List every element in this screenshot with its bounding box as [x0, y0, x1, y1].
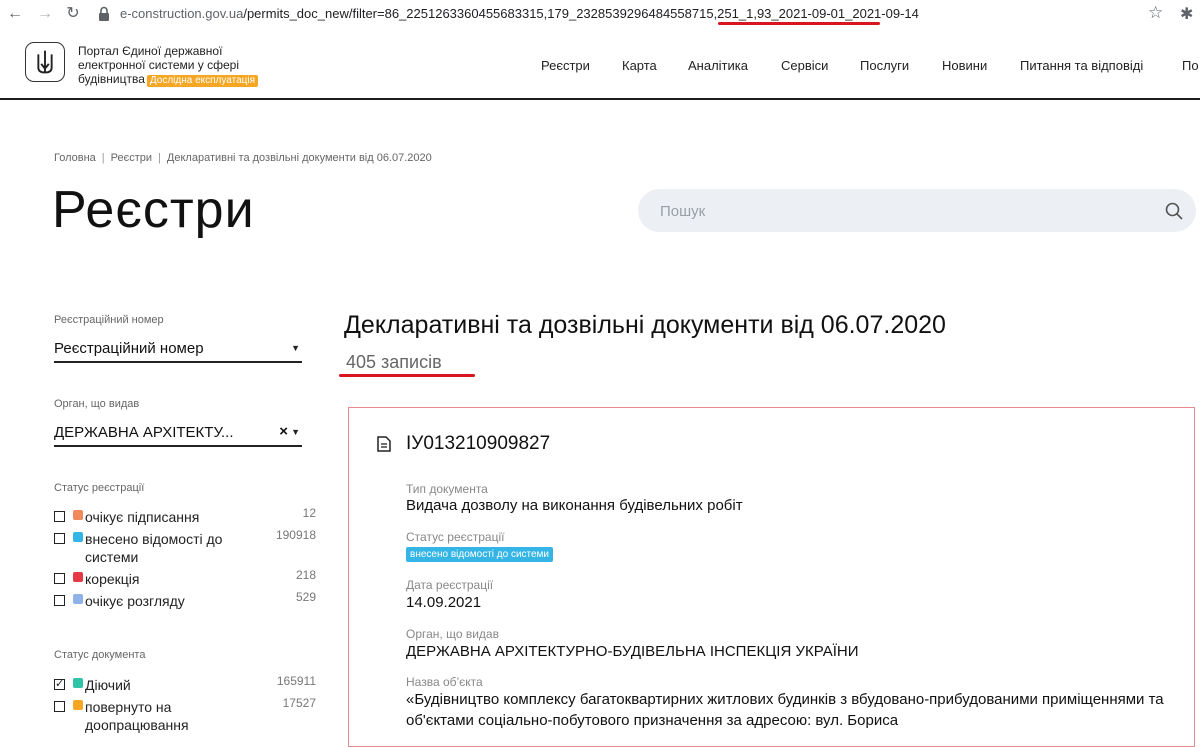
option-count: 190918 [275, 528, 316, 542]
document-icon [377, 436, 391, 452]
option-label: Діючий [85, 677, 131, 693]
organ-select-value: ДЕРЖАВНА АРХІТЕКТУ... [54, 424, 234, 441]
option-label: очікує підписання [85, 509, 200, 525]
clear-icon[interactable]: × [279, 423, 288, 440]
option-label: очікує розгляду [85, 593, 185, 609]
nav-item-faq[interactable]: Питання та відповіді [1020, 58, 1143, 73]
checkbox[interactable] [54, 595, 65, 606]
option-count: 529 [295, 590, 316, 604]
status-badge: внесено відомості до системи [406, 547, 554, 562]
option-label: повернуто на доопрацювання [85, 699, 189, 733]
forward-icon[interactable]: → [34, 3, 56, 25]
object-value: «Будівництво комплексу багатоквартирних … [406, 691, 1164, 729]
lock-icon[interactable] [96, 5, 112, 23]
url-host: e-construction.gov.ua [120, 6, 244, 21]
checkbox[interactable] [54, 701, 65, 712]
browser-toolbar: ← → ↻ e-construction.gov.ua/permits_doc_… [0, 0, 1200, 29]
status-color-swatch [73, 532, 83, 542]
nav-item-news[interactable]: Новини [942, 58, 987, 73]
organ-value: ДЕРЖАВНА АРХІТЕКТУРНО-БУДІВЕЛЬНА ІНСПЕКЦ… [406, 643, 859, 660]
filter-label-doc-status: Статус документа [54, 649, 146, 661]
status-color-swatch [73, 678, 83, 688]
option-count: 165911 [276, 674, 316, 688]
records-count: 405 записів [346, 352, 442, 372]
organ-select[interactable]: ДЕРЖАВНА АРХІТЕКТУ... × ▼ [54, 421, 302, 447]
nav-item-more[interactable]: По [1182, 58, 1199, 73]
trial-badge: Дослідна експлуатація [146, 75, 258, 87]
section-title: Декларативні та дозвільні документи від … [344, 311, 946, 339]
breadcrumb-separator: | [158, 152, 161, 164]
checkbox[interactable] [54, 533, 65, 544]
chevron-down-icon: ▼ [291, 427, 300, 437]
nav-item-registries[interactable]: Реєстри [541, 58, 590, 73]
reg-date-label: Дата реєстрації [406, 578, 494, 592]
filter-label-reg-status: Статус реєстрації [54, 482, 145, 494]
breadcrumb: Головна | Реєстри | Декларативні та дозвільн… [54, 152, 432, 164]
object-label: Назва об’єкта [406, 675, 483, 689]
extension-icon[interactable]: ✱ [1180, 4, 1193, 24]
portal-name-line: будівництва [78, 72, 145, 86]
breadcrumb-current: Декларативні та дозвільні документи від … [166, 152, 432, 164]
doc-type-label: Тип документа [406, 482, 488, 496]
reg-number-select[interactable]: Реєстраційний номер ▼ [54, 337, 302, 363]
nav-item-analytics[interactable]: Аналітика [688, 58, 748, 73]
checkbox[interactable] [54, 511, 65, 522]
status-color-swatch [73, 594, 83, 604]
portal-name-line: Портал Єдиної державної [78, 44, 223, 58]
status-color-swatch [73, 572, 83, 582]
portal-name-line: електронної системи у сфері [78, 58, 240, 72]
search-icon[interactable] [1164, 201, 1184, 221]
nav-item-offerings[interactable]: Послуги [860, 58, 909, 73]
option-count: 218 [295, 568, 316, 582]
breadcrumb-registries[interactable]: Реєстри [111, 152, 152, 164]
document-card[interactable]: ІУ013210909827 Тип документа Видача дозв… [348, 407, 1195, 747]
filter-label-reg-number: Реєстраційний номер [54, 314, 164, 326]
option-label: корекція [85, 571, 140, 587]
document-number[interactable]: ІУ013210909827 [406, 433, 550, 455]
breadcrumb-home[interactable]: Головна [54, 152, 96, 164]
filter-label-organ: Орган, що видав [54, 398, 140, 410]
search-bar [638, 189, 1196, 232]
breadcrumb-separator: | [101, 152, 105, 164]
checkbox-checked[interactable] [54, 675, 65, 693]
reg-number-select-value: Реєстраційний номер [54, 340, 204, 357]
nav-item-services[interactable]: Сервіси [781, 58, 828, 73]
reload-icon[interactable]: ↻ [62, 3, 84, 25]
annotation-underline [718, 22, 880, 25]
chevron-down-icon: ▼ [291, 343, 300, 353]
nav-item-map[interactable]: Карта [622, 58, 657, 73]
address-bar[interactable]: e-construction.gov.ua/permits_doc_new/fi… [120, 6, 919, 21]
option-count: 17527 [282, 696, 316, 710]
status-color-swatch [73, 700, 83, 710]
back-icon[interactable]: ← [4, 3, 26, 25]
option-label: внесено відомості до системи [85, 531, 223, 565]
status-color-swatch [73, 510, 83, 520]
doc-type-value: Видача дозволу на виконання будівельних … [406, 497, 743, 514]
site-header: Портал Єдиної державної електронної сист… [0, 28, 1200, 100]
page-title: Реєстри [52, 181, 255, 239]
option-count: 12 [302, 506, 316, 520]
reg-status-label: Статус реєстрації [406, 530, 505, 544]
trident-emblem-icon[interactable] [25, 42, 65, 82]
checkbox[interactable] [54, 573, 65, 584]
url-path: /permits_doc_new/filter=86_2251263360455… [243, 6, 919, 21]
organ-label: Орган, що видав [406, 627, 499, 641]
search-input[interactable] [658, 200, 1142, 222]
reg-date-value: 14.09.2021 [406, 594, 482, 611]
annotation-underline [339, 374, 475, 377]
portal-name[interactable]: Портал Єдиної державної електронної сист… [78, 44, 288, 87]
bookmark-star-icon[interactable]: ☆ [1148, 3, 1163, 23]
